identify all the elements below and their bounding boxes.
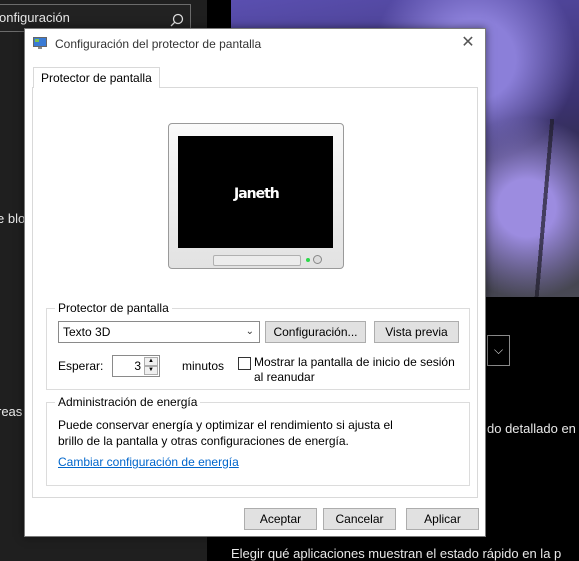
- change-power-settings-link[interactable]: Cambiar configuración de energía: [58, 455, 239, 469]
- stepper-up-icon[interactable]: ▲: [144, 357, 158, 366]
- cancel-button[interactable]: Cancelar: [323, 508, 396, 530]
- settings-text-fragment: reas: [0, 404, 23, 419]
- power-led: [306, 258, 310, 262]
- tab-strip: Protector de pantalla: [32, 66, 478, 88]
- chevron-down-icon: ⌄: [245, 326, 254, 337]
- power-description: Puede conservar energía y optimizar el r…: [58, 418, 393, 448]
- show-logon-checkbox[interactable]: [238, 357, 251, 370]
- dialog-title: Configuración del protector de pantalla: [55, 37, 262, 51]
- screensaver-select[interactable]: Texto 3D ⌄: [58, 321, 260, 343]
- settings-dropdown[interactable]: ⌵: [487, 335, 510, 366]
- close-icon[interactable]: ✕: [459, 34, 477, 52]
- monitor-base: [213, 255, 301, 266]
- wait-label: Esperar:: [58, 359, 104, 373]
- screensaver-settings-dialog: Configuración del protector de pantalla …: [24, 28, 486, 537]
- settings-text-fragment: e blo: [0, 211, 26, 226]
- monitor-knob: [313, 255, 322, 264]
- settings-text-fragment: Elegir qué aplicaciones muestran el esta…: [231, 546, 562, 561]
- screensaver-preview-monitor: Janeth: [168, 123, 344, 269]
- apply-button[interactable]: Aplicar: [406, 508, 479, 530]
- monitor-icon: [33, 37, 47, 50]
- show-logon-label[interactable]: Mostrar la pantalla de inicio de sesión …: [254, 355, 466, 385]
- stepper-down-icon[interactable]: ▼: [144, 366, 158, 375]
- power-group-label: Administración de energía: [55, 395, 201, 409]
- preview-screen: Janeth: [178, 136, 333, 248]
- ok-button[interactable]: Aceptar: [244, 508, 317, 530]
- screensaver-select-value: Texto 3D: [63, 325, 111, 339]
- wait-minutes-value[interactable]: 3: [134, 359, 141, 373]
- preview-3d-text: Janeth: [234, 186, 280, 202]
- preview-button[interactable]: Vista previa: [374, 321, 459, 343]
- tab-screensaver[interactable]: Protector de pantalla: [33, 67, 160, 88]
- dialog-titlebar[interactable]: Configuración del protector de pantalla …: [25, 29, 485, 59]
- settings-button[interactable]: Configuración...: [265, 321, 366, 343]
- wait-minutes-stepper[interactable]: 3 ▲ ▼: [112, 355, 160, 377]
- screensaver-group-label: Protector de pantalla: [55, 301, 172, 315]
- minutes-label: minutos: [182, 359, 225, 373]
- settings-text-fragment: do detallado en: [487, 421, 576, 436]
